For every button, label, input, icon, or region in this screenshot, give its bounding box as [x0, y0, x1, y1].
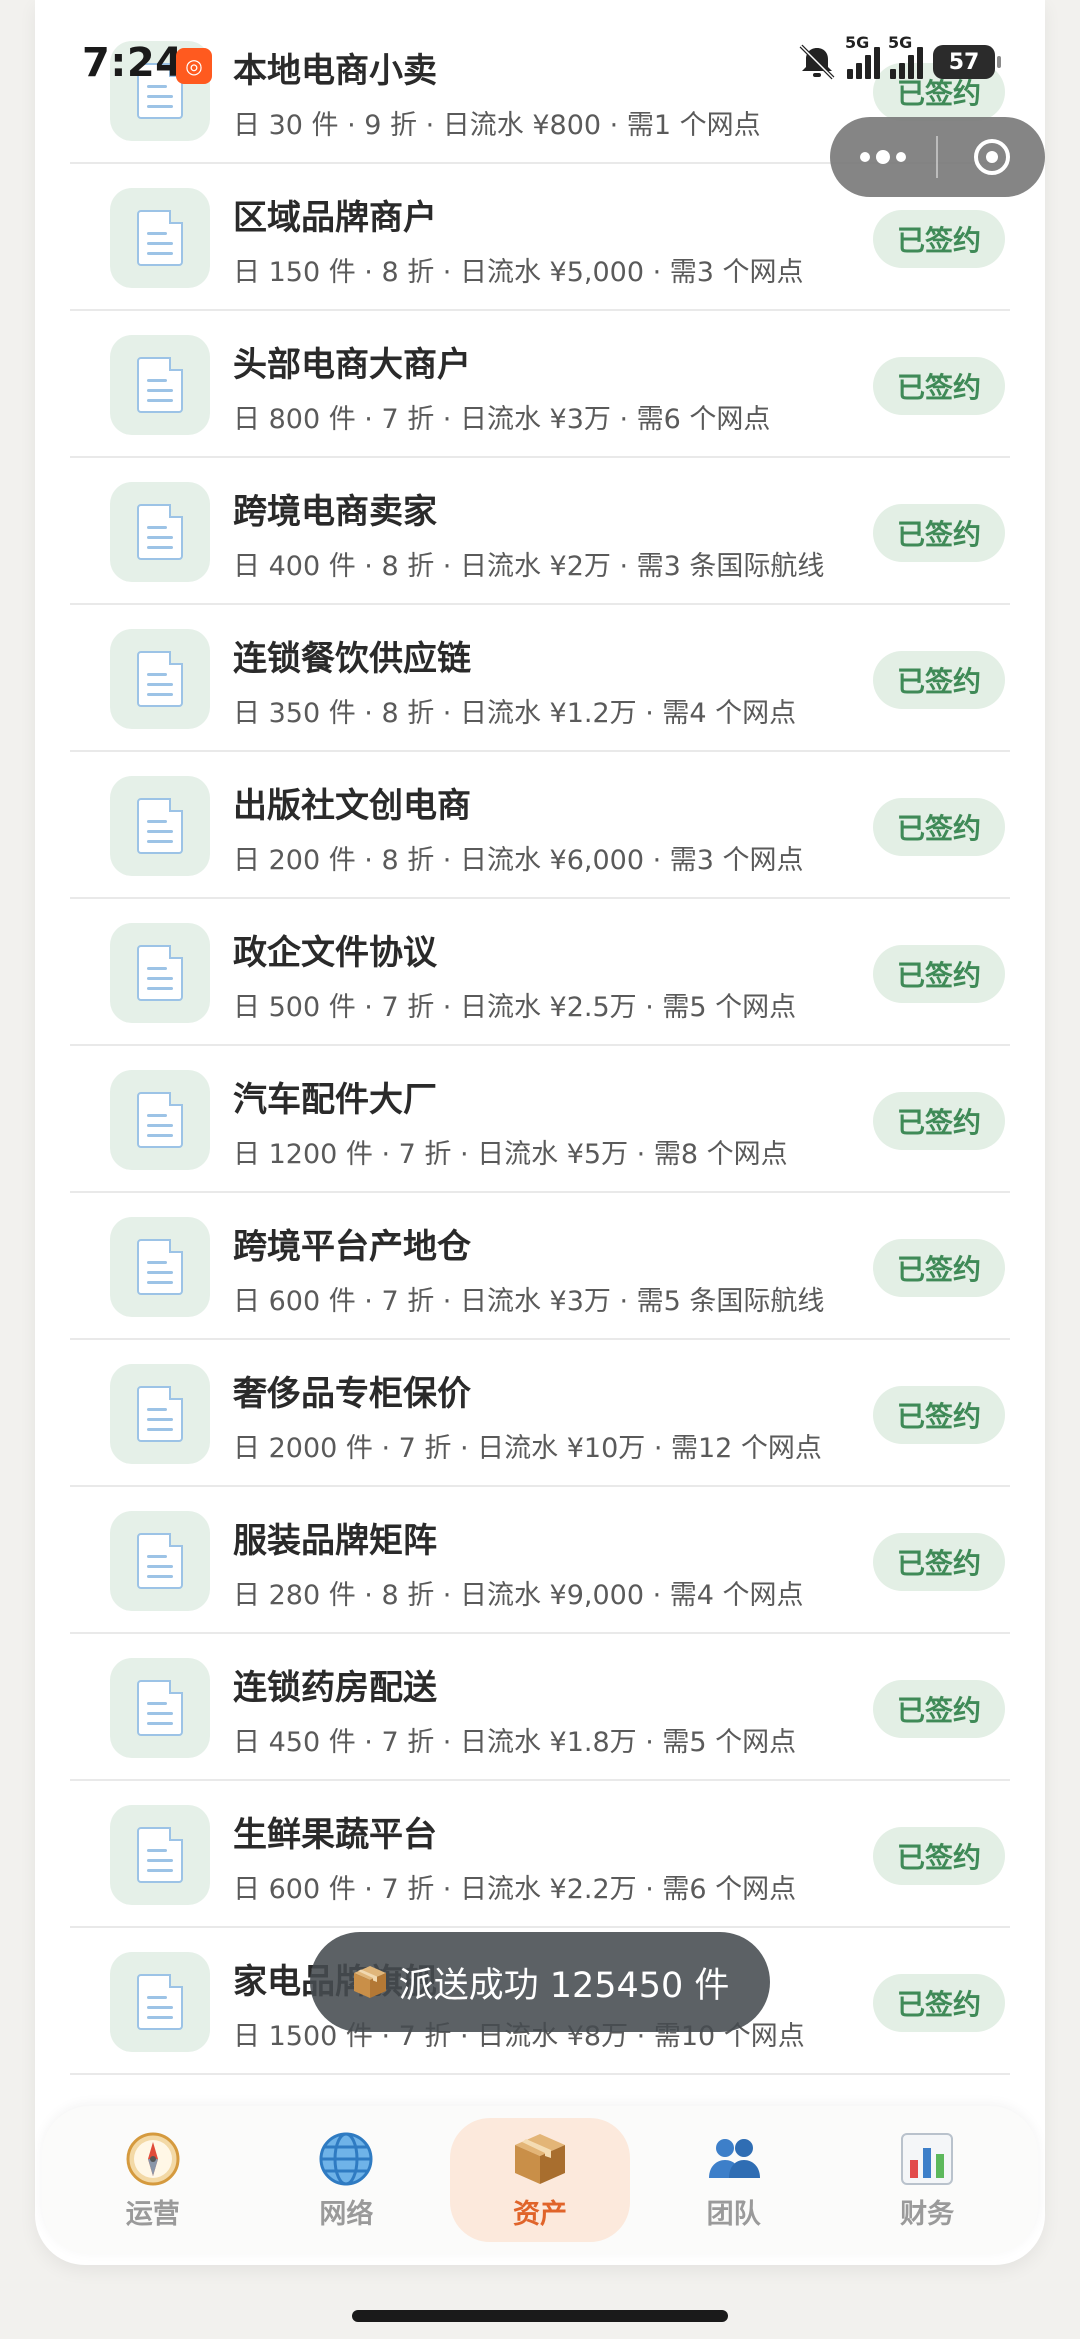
- contract-meta: 日 600 件 · 7 折 · 日流水 ¥3万 · 需5 条国际航线: [233, 1286, 825, 1317]
- list-item[interactable]: 跨境电商卖家 日 400 件 · 8 折 · 日流水 ¥2万 · 需3 条国际航…: [70, 458, 1010, 605]
- status-badge[interactable]: 已签约: [873, 1827, 1005, 1885]
- contract-title: 跨境平台产地仓: [233, 1227, 471, 1267]
- list-item[interactable]: 出版社文创电商 日 200 件 · 8 折 · 日流水 ¥6,000 · 需3 …: [70, 752, 1010, 899]
- contract-meta: 日 350 件 · 8 折 · 日流水 ¥1.2万 · 需4 个网点: [233, 698, 797, 729]
- contract-meta: 日 280 件 · 8 折 · 日流水 ¥9,000 · 需4 个网点: [233, 1580, 804, 1611]
- document-icon: [110, 1364, 210, 1464]
- status-badge[interactable]: 已签约: [873, 1680, 1005, 1738]
- contract-title: 头部电商大商户: [233, 345, 471, 385]
- document-icon: [110, 1511, 210, 1611]
- list-item[interactable]: 奢侈品专柜保价 日 2000 件 · 7 折 · 日流水 ¥10万 · 需12 …: [70, 1340, 1010, 1487]
- contract-meta: 日 600 件 · 7 折 · 日流水 ¥2.2万 · 需6 个网点: [233, 1874, 797, 1905]
- list-item[interactable]: 政企文件协议 日 500 件 · 7 折 · 日流水 ¥2.5万 · 需5 个网…: [70, 899, 1010, 1046]
- list-item[interactable]: 连锁药房配送 日 450 件 · 7 折 · 日流水 ¥1.8万 · 需5 个网…: [70, 1634, 1010, 1781]
- list-item[interactable]: 服装品牌矩阵 日 280 件 · 8 折 · 日流水 ¥9,000 · 需4 个…: [70, 1487, 1010, 1634]
- contract-title: 服装品牌矩阵: [233, 1521, 437, 1561]
- status-badge[interactable]: 已签约: [873, 210, 1005, 268]
- contract-meta: 日 200 件 · 8 折 · 日流水 ¥6,000 · 需3 个网点: [233, 845, 804, 876]
- status-badge[interactable]: 已签约: [873, 357, 1005, 415]
- contract-title: 本地电商小卖: [233, 51, 437, 91]
- contract-meta: 日 150 件 · 8 折 · 日流水 ¥5,000 · 需3 个网点: [233, 257, 804, 288]
- contract-meta: 日 1200 件 · 7 折 · 日流水 ¥5万 · 需8 个网点: [233, 1139, 788, 1170]
- tab-team[interactable]: 团队: [644, 2118, 824, 2242]
- package-icon: [514, 2133, 565, 2184]
- contract-meta: 日 30 件 · 9 折 · 日流水 ¥800 · 需1 个网点: [233, 110, 761, 141]
- target-icon[interactable]: [938, 139, 1045, 175]
- document-icon: [110, 1070, 210, 1170]
- status-badge[interactable]: 已签约: [873, 1533, 1005, 1591]
- document-icon: [110, 1805, 210, 1905]
- document-icon: [110, 923, 210, 1023]
- app-frame: 本地电商小卖 日 30 件 · 9 折 · 日流水 ¥800 · 需1 个网点 …: [35, 0, 1045, 2265]
- miniprogram-capsule: [830, 117, 1045, 197]
- tab-network[interactable]: 网络: [256, 2118, 436, 2242]
- contract-title: 政企文件协议: [233, 933, 437, 973]
- tab-finance[interactable]: 财务: [837, 2118, 1017, 2242]
- status-badge[interactable]: 已签约: [873, 1092, 1005, 1150]
- document-icon: [110, 1217, 210, 1317]
- contract-meta: 日 800 件 · 7 折 · 日流水 ¥3万 · 需6 个网点: [233, 404, 771, 435]
- list-item[interactable]: 汽车配件大厂 日 1200 件 · 7 折 · 日流水 ¥5万 · 需8 个网点…: [70, 1046, 1010, 1193]
- globe-icon: [319, 2132, 373, 2185]
- status-badge[interactable]: 已签约: [873, 1974, 1005, 2032]
- toast: 派送成功 125450 件: [310, 1932, 770, 2032]
- contract-meta: 日 500 件 · 7 折 · 日流水 ¥2.5万 · 需5 个网点: [233, 992, 797, 1023]
- tab-assets[interactable]: 资产: [449, 2118, 630, 2242]
- contract-meta: 日 2000 件 · 7 折 · 日流水 ¥10万 · 需12 个网点: [233, 1433, 822, 1464]
- list-item[interactable]: 连锁餐饮供应链 日 350 件 · 8 折 · 日流水 ¥1.2万 · 需4 个…: [70, 605, 1010, 752]
- document-icon: [110, 335, 210, 435]
- document-icon: [110, 188, 210, 288]
- contract-meta: 日 450 件 · 7 折 · 日流水 ¥1.8万 · 需5 个网点: [233, 1727, 797, 1758]
- tab-operations[interactable]: 运营: [63, 2118, 243, 2242]
- contract-title: 连锁药房配送: [233, 1668, 437, 1708]
- document-icon: [110, 1658, 210, 1758]
- contract-title: 连锁餐饮供应链: [233, 639, 471, 679]
- document-icon: [110, 41, 210, 141]
- status-badge[interactable]: 已签约: [873, 504, 1005, 562]
- tab-bar: 运营 网络 资产 团队 财务: [42, 2106, 1038, 2254]
- document-icon: [110, 629, 210, 729]
- toast-text: 派送成功 125450 件: [398, 1965, 730, 2006]
- contract-title: 奢侈品专柜保价: [233, 1374, 471, 1414]
- tab-label: 资产: [512, 2198, 567, 2230]
- tab-label: 团队: [706, 2198, 761, 2230]
- tab-label: 网络: [319, 2198, 374, 2230]
- list-item[interactable]: 跨境平台产地仓 日 600 件 · 7 折 · 日流水 ¥3万 · 需5 条国际…: [70, 1193, 1010, 1340]
- contract-title: 生鲜果蔬平台: [233, 1815, 437, 1855]
- contract-title: 区域品牌商户: [233, 198, 437, 238]
- status-badge[interactable]: 已签约: [873, 63, 1005, 121]
- status-badge[interactable]: 已签约: [873, 1239, 1005, 1297]
- document-icon: [110, 482, 210, 582]
- status-badge[interactable]: 已签约: [873, 798, 1005, 856]
- more-dots-icon[interactable]: [830, 150, 936, 164]
- compass-icon: [126, 2132, 180, 2185]
- contract-title: 汽车配件大厂: [233, 1080, 437, 1120]
- bar-chart-icon: [901, 2132, 954, 2185]
- status-badge[interactable]: 已签约: [873, 1386, 1005, 1444]
- contract-title: 出版社文创电商: [233, 786, 471, 826]
- tab-label: 财务: [900, 2198, 955, 2230]
- document-icon: [110, 776, 210, 876]
- status-badge[interactable]: 已签约: [873, 945, 1005, 1003]
- package-icon: [353, 1966, 386, 1998]
- home-indicator[interactable]: [352, 2310, 728, 2322]
- list-item[interactable]: 生鲜果蔬平台 日 600 件 · 7 折 · 日流水 ¥2.2万 · 需6 个网…: [70, 1781, 1010, 1928]
- status-badge[interactable]: 已签约: [873, 651, 1005, 709]
- document-icon: [110, 1952, 210, 2052]
- list-item[interactable]: 头部电商大商户 日 800 件 · 7 折 · 日流水 ¥3万 · 需6 个网点…: [70, 311, 1010, 458]
- contract-meta: 日 400 件 · 8 折 · 日流水 ¥2万 · 需3 条国际航线: [233, 551, 825, 582]
- contract-list: 本地电商小卖 日 30 件 · 9 折 · 日流水 ¥800 · 需1 个网点 …: [70, 17, 1010, 2075]
- people-icon: [708, 2138, 760, 2178]
- tab-label: 运营: [125, 2198, 180, 2230]
- contract-title: 跨境电商卖家: [233, 492, 437, 532]
